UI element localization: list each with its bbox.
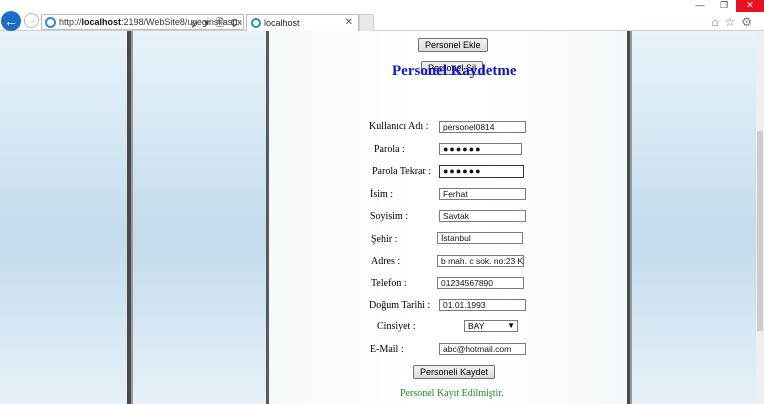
adres-label: Adres : [371, 256, 401, 267]
sehir-input[interactable]: İstanbul [437, 232, 523, 244]
new-tab-button[interactable] [359, 14, 374, 31]
tab-localhost[interactable]: localhost ✕ [246, 14, 359, 31]
page-title: Personel Kaydetme [392, 63, 517, 79]
email-label: E-Mail : [370, 344, 404, 355]
sehir-label: Şehir : [371, 234, 398, 245]
parola-input[interactable]: ●●●●●● [439, 143, 522, 155]
forward-button[interactable]: → [24, 13, 39, 28]
ie-icon [45, 17, 56, 28]
telefon-input[interactable]: 01234567890 [437, 277, 524, 289]
home-favorites-settings-icons[interactable]: ⌂☆⚙ [711, 15, 758, 29]
close-window-icon[interactable]: ✕ [736, 0, 764, 12]
personeli-kaydet-button[interactable]: Personeli Kaydet [413, 365, 496, 379]
address-bar[interactable]: http://localhost:2198/WebSite8/uyegirisi… [41, 14, 244, 30]
cinsiyet-select[interactable]: BAY ▼ [464, 320, 518, 332]
back-button[interactable]: ← [1, 11, 21, 31]
close-tab-icon[interactable]: ✕ [345, 17, 353, 28]
kullanici-adi-input[interactable]: personel0814 [439, 121, 526, 133]
tab-title: localhost [264, 18, 300, 28]
scrollbar-thumb[interactable] [757, 131, 763, 331]
soyisim-input[interactable]: Savtak [439, 210, 526, 222]
vertical-scrollbar[interactable] [756, 31, 764, 404]
parola-tekrar-input[interactable]: ●●●●●● [439, 165, 524, 178]
adres-input[interactable]: b mah. c sok. no:23 Kartal [437, 255, 524, 267]
isim-input[interactable]: Ferhat [439, 188, 526, 200]
ie-tab-icon [251, 18, 261, 28]
status-message: Personel Kayıt Edilmiştir. [400, 388, 504, 399]
personel-ekle-button[interactable]: Personel Ekle [418, 38, 488, 52]
dogum-tarihi-input[interactable]: 01.01.1993 [439, 299, 526, 311]
chevron-down-icon[interactable]: ▼ [507, 321, 515, 331]
cinsiyet-label: Cinsiyet : [377, 321, 416, 332]
parola-tekrar-label: Parola Tekrar : [372, 166, 432, 177]
email-input[interactable]: abc@hotmail.com [439, 343, 526, 355]
isim-label: İsim : [370, 189, 394, 200]
minimize-icon[interactable]: — [688, 0, 712, 12]
maximize-icon[interactable]: ❐ [712, 0, 736, 12]
window-controls: — ❐ ✕ [688, 0, 764, 12]
dogum-tarihi-label: Doğum Tarihi : [369, 300, 431, 311]
kullanici-adi-label: Kullanıcı Adı : [369, 121, 429, 132]
column-border [131, 31, 133, 404]
telefon-label: Telefon : [371, 278, 407, 289]
cinsiyet-selected-value: BAY [468, 321, 485, 331]
soyisim-label: Soyisim : [370, 211, 409, 222]
browser-chrome: ← → http://localhost:2198/WebSite8/uyegi… [0, 0, 764, 31]
parola-label: Parola : [374, 144, 405, 155]
column-border [630, 31, 632, 404]
